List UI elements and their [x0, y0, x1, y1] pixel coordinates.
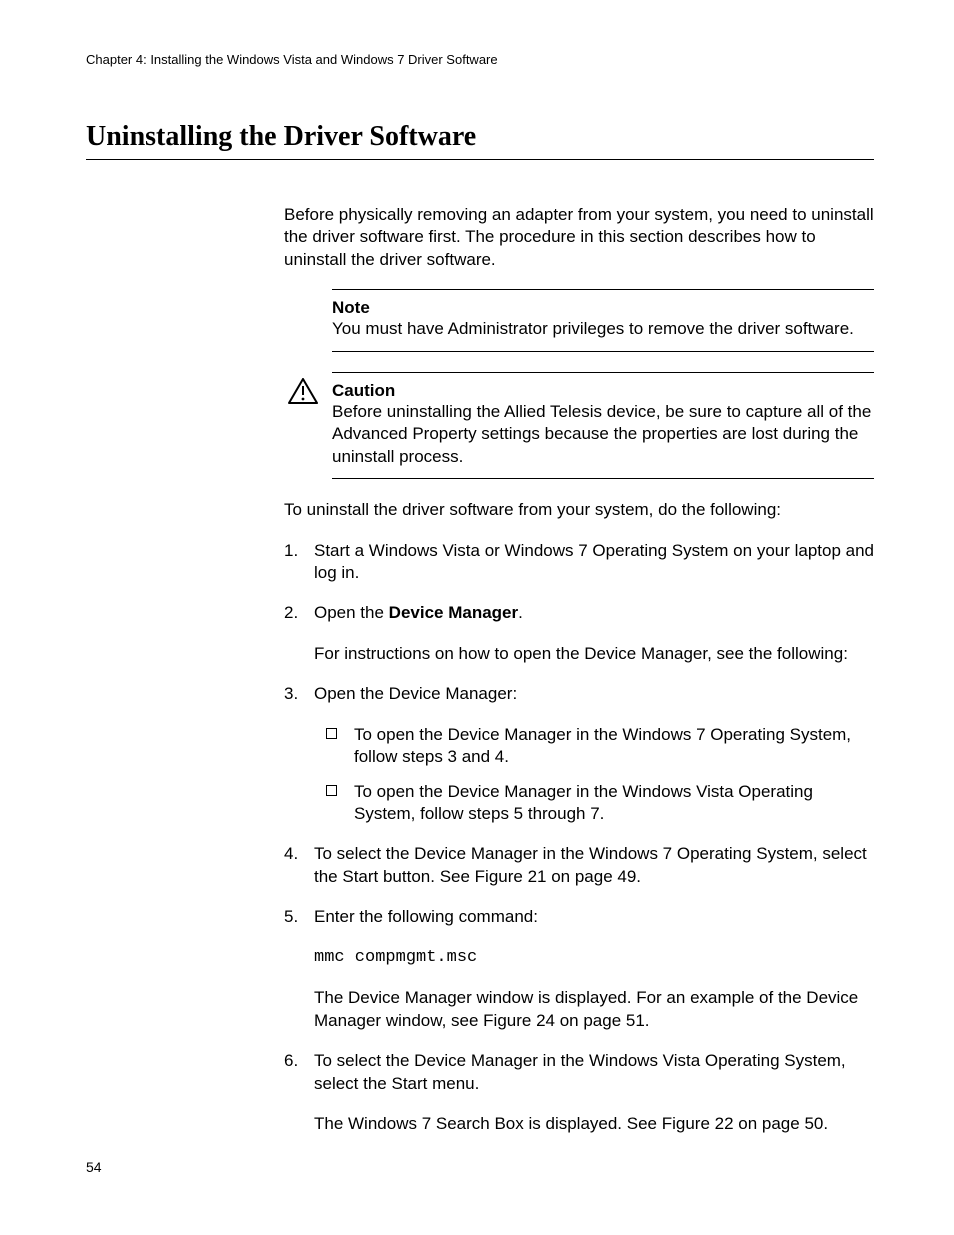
note-label: Note — [332, 298, 874, 318]
caution-icon — [288, 378, 318, 409]
step-6-sub: The Windows 7 Search Box is displayed. S… — [314, 1113, 874, 1135]
step-1: Start a Windows Vista or Windows 7 Opera… — [284, 540, 874, 585]
step-2-post: . — [518, 603, 523, 622]
step-2-sub: For instructions on how to open the Devi… — [314, 643, 874, 665]
step-2-pre: Open the — [314, 603, 389, 622]
note-body: You must have Administrator privileges t… — [332, 318, 874, 340]
step-2: Open the Device Manager. For instruction… — [284, 602, 874, 665]
step-2-bold: Device Manager — [389, 603, 518, 622]
step-5-sub: The Device Manager window is displayed. … — [314, 987, 874, 1032]
section-title: Uninstalling the Driver Software — [86, 121, 874, 153]
page: Chapter 4: Installing the Windows Vista … — [0, 0, 954, 1235]
running-header: Chapter 4: Installing the Windows Vista … — [86, 52, 874, 67]
caution-body: Before uninstalling the Allied Telesis d… — [332, 401, 874, 468]
caution-label: Caution — [332, 381, 874, 401]
step-4: To select the Device Manager in the Wind… — [284, 843, 874, 888]
step-3-bullet-2: To open the Device Manager in the Window… — [326, 781, 874, 826]
lead-paragraph: To uninstall the driver software from yo… — [284, 499, 874, 521]
step-list: Start a Windows Vista or Windows 7 Opera… — [284, 540, 874, 1136]
intro-paragraph: Before physically removing an adapter fr… — [284, 204, 874, 271]
step-3-text: Open the Device Manager: — [314, 684, 517, 703]
square-bullet-icon — [326, 728, 337, 739]
page-number: 54 — [86, 1159, 102, 1175]
note-box: Note You must have Administrator privile… — [332, 289, 874, 351]
step-3-bullet-2-text: To open the Device Manager in the Window… — [354, 782, 813, 823]
square-bullet-icon — [326, 785, 337, 796]
step-3-bullets: To open the Device Manager in the Window… — [326, 724, 874, 826]
title-rule — [86, 159, 874, 160]
step-5-command: mmc compmgmt.msc — [314, 947, 874, 969]
step-6-text: To select the Device Manager in the Wind… — [314, 1051, 846, 1092]
content-column: Before physically removing an adapter fr… — [284, 204, 874, 1135]
step-3-bullet-1: To open the Device Manager in the Window… — [326, 724, 874, 769]
step-6: To select the Device Manager in the Wind… — [284, 1050, 874, 1135]
step-5-text: Enter the following command: — [314, 907, 538, 926]
caution-box: Caution Before uninstalling the Allied T… — [332, 372, 874, 479]
step-3: Open the Device Manager: To open the Dev… — [284, 683, 874, 825]
step-3-bullet-1-text: To open the Device Manager in the Window… — [354, 725, 851, 766]
step-5: Enter the following command: mmc compmgm… — [284, 906, 874, 1032]
